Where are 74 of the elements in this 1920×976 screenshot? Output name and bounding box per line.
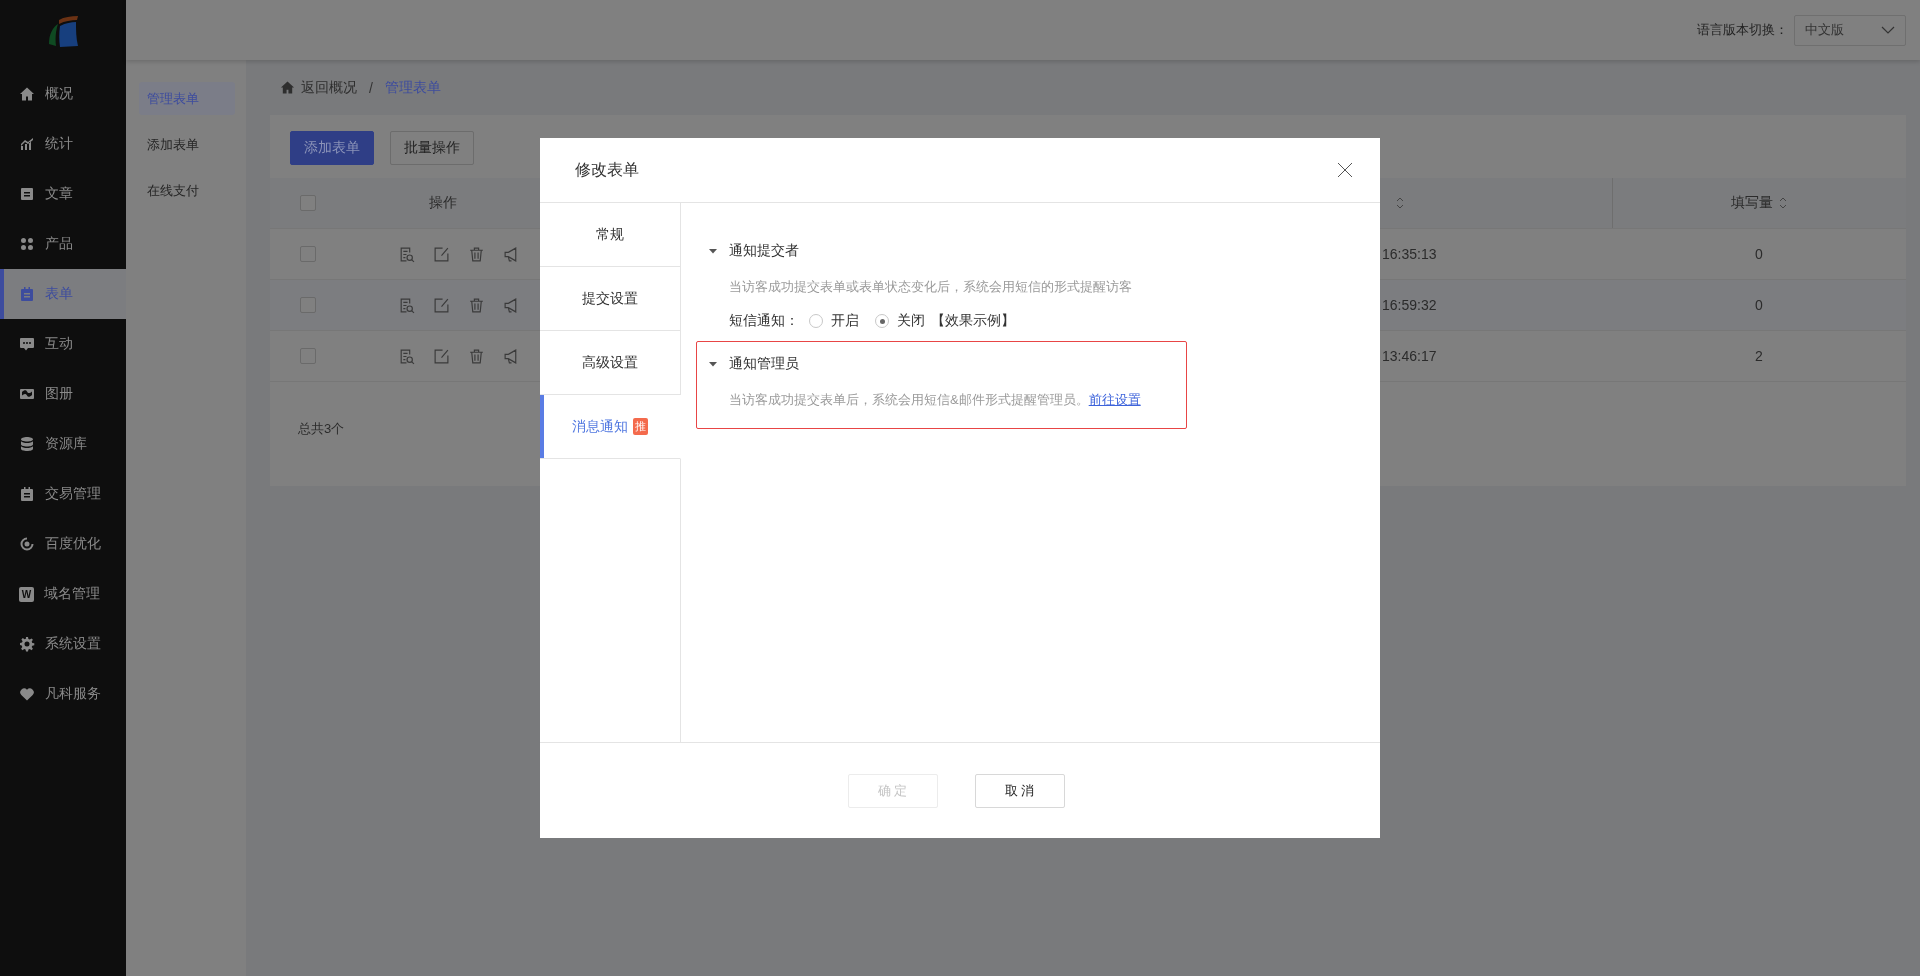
- sidebar-item[interactable]: 系统设置: [0, 619, 126, 669]
- language-select[interactable]: 中文版: [1794, 14, 1906, 46]
- section-description: 当访客成功提交表单后，系统会用短信&邮件形式提醒管理员。前往设置: [729, 391, 1142, 409]
- table-cell: 16:59:32: [1382, 297, 1437, 313]
- sidebar-item[interactable]: 产品: [0, 219, 126, 269]
- document-search-icon[interactable]: [398, 245, 415, 263]
- ring-icon: [19, 536, 35, 552]
- picture-icon: [19, 386, 35, 402]
- dialog-title: 修改表单: [575, 159, 639, 180]
- table-cell: 0: [1755, 246, 1763, 262]
- edit-icon[interactable]: [433, 296, 450, 314]
- radio-label[interactable]: 开启: [831, 312, 859, 330]
- chevron-down-icon: [1881, 26, 1895, 34]
- sidebar-item[interactable]: 互动: [0, 319, 126, 369]
- dialog-tab[interactable]: 消息通知 推: [540, 395, 681, 459]
- sidebar-item[interactable]: 凡科服务: [0, 669, 126, 719]
- column-header: 操作: [428, 194, 457, 212]
- sidebar-item[interactable]: W 域名管理: [0, 569, 126, 619]
- dialog-tab[interactable]: 高级设置: [540, 331, 681, 395]
- breadcrumb-link[interactable]: 返回概况: [301, 78, 357, 97]
- dialog-tab[interactable]: 常规: [540, 203, 681, 267]
- edit-icon[interactable]: [433, 245, 450, 263]
- table-cell: 2: [1755, 348, 1763, 364]
- recommend-badge: 推: [633, 418, 648, 435]
- home-icon: [19, 86, 35, 102]
- breadcrumb-separator: /: [369, 79, 373, 96]
- heart-icon: [19, 686, 35, 702]
- sidebar-item[interactable]: 统计: [0, 119, 126, 169]
- batch-button[interactable]: 批量操作: [390, 131, 474, 165]
- section-title: 通知提交者: [729, 242, 799, 260]
- example-link[interactable]: 【效果示例】: [931, 312, 1015, 330]
- table-cell: 16:35:13: [1382, 246, 1437, 262]
- document-icon: [19, 186, 35, 202]
- settings-link[interactable]: 前往设置: [1088, 392, 1141, 407]
- sort-icon[interactable]: [1396, 196, 1404, 210]
- clipboard-icon: [19, 286, 35, 302]
- sidebar-item[interactable]: 图册: [0, 369, 126, 419]
- dialog-tab[interactable]: 提交设置: [540, 267, 681, 331]
- gear-icon: [19, 636, 35, 652]
- sidebar-item[interactable]: 百度优化: [0, 519, 126, 569]
- language-label: 语言版本切换：: [1697, 21, 1788, 39]
- grid-icon: [19, 236, 35, 252]
- radio-label[interactable]: 关闭: [897, 312, 925, 330]
- home-icon: [280, 80, 295, 95]
- trash-icon[interactable]: [468, 296, 485, 314]
- table-cell: 13:46:17: [1382, 348, 1437, 364]
- add-button[interactable]: 添加表单: [290, 131, 374, 165]
- sidebar-item[interactable]: 文章: [0, 169, 126, 219]
- section-title: 通知管理员: [729, 355, 799, 373]
- sidebar-item[interactable]: 资源库: [0, 419, 126, 469]
- table-cell: 0: [1755, 297, 1763, 313]
- caret-icon[interactable]: [709, 360, 717, 368]
- cancel-button[interactable]: 取 消: [974, 773, 1065, 808]
- subnav-item[interactable]: 在线支付: [139, 174, 235, 207]
- trash-icon[interactable]: [468, 347, 485, 365]
- total-count: 总共3个: [298, 420, 345, 438]
- column-header: 填写量: [1731, 194, 1773, 212]
- subnav-item[interactable]: 添加表单: [139, 128, 235, 161]
- sidebar-item[interactable]: 概况: [0, 69, 126, 119]
- clipboard-icon: [19, 486, 35, 502]
- sidebar-item[interactable]: 交易管理: [0, 469, 126, 519]
- sort-icon[interactable]: [1779, 196, 1787, 210]
- chart-icon: [19, 136, 35, 152]
- document-search-icon[interactable]: [398, 296, 415, 314]
- trash-icon[interactable]: [468, 245, 485, 263]
- edit-icon[interactable]: [433, 347, 450, 365]
- caret-icon[interactable]: [709, 247, 717, 255]
- close-icon[interactable]: [1337, 162, 1353, 178]
- chat-bubble-icon: [19, 336, 35, 352]
- section-description: 当访客成功提交表单或表单状态变化后，系统会用短信的形式提醒访客: [729, 278, 1133, 296]
- database-icon: [19, 436, 35, 452]
- field-label: 短信通知：: [729, 312, 799, 330]
- letter-icon: W: [19, 586, 34, 602]
- document-search-icon[interactable]: [398, 347, 415, 365]
